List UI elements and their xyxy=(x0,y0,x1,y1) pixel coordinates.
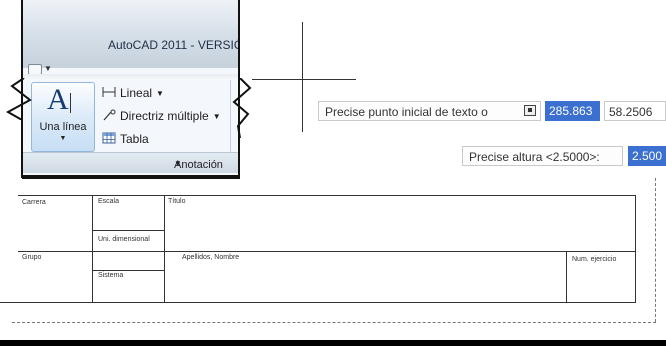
tb-escala: Escala xyxy=(98,198,120,205)
multileader-icon xyxy=(103,109,116,121)
linear-dropdown-icon[interactable]: ▼ xyxy=(156,89,164,98)
tb-sistema: Sistema xyxy=(98,272,124,279)
sheet-border-bottom xyxy=(12,322,656,323)
coordinate-lock-icon[interactable] xyxy=(524,105,536,116)
quick-access-bar xyxy=(22,74,240,80)
single-line-text-button[interactable]: A Una línea ▼ xyxy=(31,82,95,152)
chevron-down-icon[interactable]: ▼ xyxy=(32,135,94,142)
sheet-border-right xyxy=(655,178,656,322)
tb-titulo: Título xyxy=(168,198,186,205)
linear-dimension-button[interactable]: Lineal ▼ xyxy=(102,86,164,100)
multileader-button[interactable]: Directriz múltiple ▼ xyxy=(102,109,221,123)
prompt-height-text: Precise altura <2.5000>: xyxy=(469,150,600,164)
tb-num-ejercicio: Num. ejercicio xyxy=(572,256,617,263)
title-block-left-extension xyxy=(0,302,20,303)
title-block: Carrera Escala Título Uni. dimensional G… xyxy=(18,195,636,303)
x-coordinate-input[interactable]: 285.863 xyxy=(545,101,600,121)
height-input[interactable]: 2.500 xyxy=(628,146,666,166)
dynamic-prompt-start-point: Precise punto inicial de texto o xyxy=(318,101,541,121)
tb-grupo: Grupo xyxy=(22,254,42,261)
tb-apellidos: Apellidos, Nombre xyxy=(182,254,240,261)
table-button[interactable]: Tabla xyxy=(102,132,149,146)
dynamic-prompt-height: Precise altura <2.5000>: xyxy=(462,146,623,166)
y-coordinate-input[interactable]: 58.2506 xyxy=(604,101,666,121)
linear-dimension-icon xyxy=(102,87,116,97)
table-icon xyxy=(102,132,116,144)
qat-dropdown-icon[interactable]: ▼ xyxy=(44,64,52,73)
multileader-dropdown-icon[interactable]: ▼ xyxy=(213,112,221,121)
break-mark-right xyxy=(232,78,252,138)
inset-border-bottom xyxy=(22,175,240,179)
tb-carrera: Carrera xyxy=(22,199,46,206)
linear-label: Lineal xyxy=(120,86,153,100)
text-icon: A xyxy=(47,83,69,116)
break-mark-left xyxy=(5,78,32,120)
prompt-start-point-text: Precise punto inicial de texto o xyxy=(325,105,488,119)
annotation-panel-title[interactable]: Anotación ▼ xyxy=(22,152,240,173)
crosshair-cursor-horizontal xyxy=(252,79,356,80)
single-line-text-label: Una línea xyxy=(39,121,87,133)
table-label: Tabla xyxy=(120,132,149,146)
panel-dropdown-icon: ▼ xyxy=(174,159,182,168)
ribbon-panel: AutoCAD 2011 - VERSIÓN ▼ A Una línea ▼ L… xyxy=(22,0,240,178)
text-cursor-icon xyxy=(70,93,79,113)
tb-unidad: Uni. dimensional xyxy=(98,236,150,243)
title-bar: AutoCAD 2011 - VERSIÓN xyxy=(22,0,240,68)
app-title: AutoCAD 2011 - VERSIÓN xyxy=(108,38,240,52)
multileader-label: Directriz múltiple xyxy=(120,109,209,123)
crosshair-cursor xyxy=(302,22,303,132)
bottom-bar xyxy=(0,340,666,346)
